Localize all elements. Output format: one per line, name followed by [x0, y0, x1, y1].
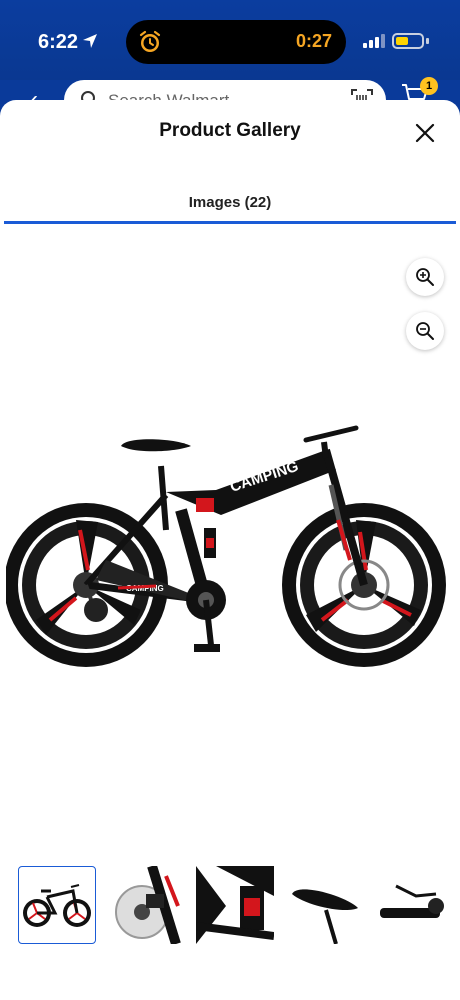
zoom-in-icon — [416, 268, 434, 286]
location-arrow-icon — [83, 34, 97, 48]
status-bar: 6:22 0:27 — [0, 0, 460, 80]
battery-icon — [392, 33, 424, 49]
zoom-out-button[interactable] — [406, 312, 444, 350]
thumbnail-disc-brake[interactable] — [106, 866, 184, 944]
product-gallery-sheet: Product Gallery Images (22) CAMPING CAMP… — [0, 100, 460, 1000]
thumbnail-full-bike[interactable] — [18, 866, 96, 944]
thumbnail-strip — [0, 866, 460, 948]
zoom-out-icon — [416, 322, 434, 340]
zoom-in-button[interactable] — [406, 258, 444, 296]
thumbnail-suspension[interactable] — [196, 866, 274, 944]
dynamic-island: 0:27 — [126, 20, 346, 64]
timer-readout: 0:27 — [295, 31, 332, 51]
tab-indicator — [4, 221, 456, 224]
alarm-clock-icon — [139, 30, 161, 52]
close-icon[interactable] — [412, 120, 438, 146]
main-product-image[interactable]: CAMPING CAMPING — [6, 410, 454, 680]
sheet-title: Product Gallery — [159, 120, 301, 141]
tab-images[interactable]: Images (22) — [0, 194, 460, 211]
status-time: 6:22 — [38, 31, 79, 53]
thumbnail-saddle[interactable] — [286, 866, 364, 944]
thumbnail-handlebar[interactable] — [376, 866, 454, 944]
signal-icon — [363, 34, 385, 48]
cart-count-badge: 1 — [420, 77, 438, 95]
